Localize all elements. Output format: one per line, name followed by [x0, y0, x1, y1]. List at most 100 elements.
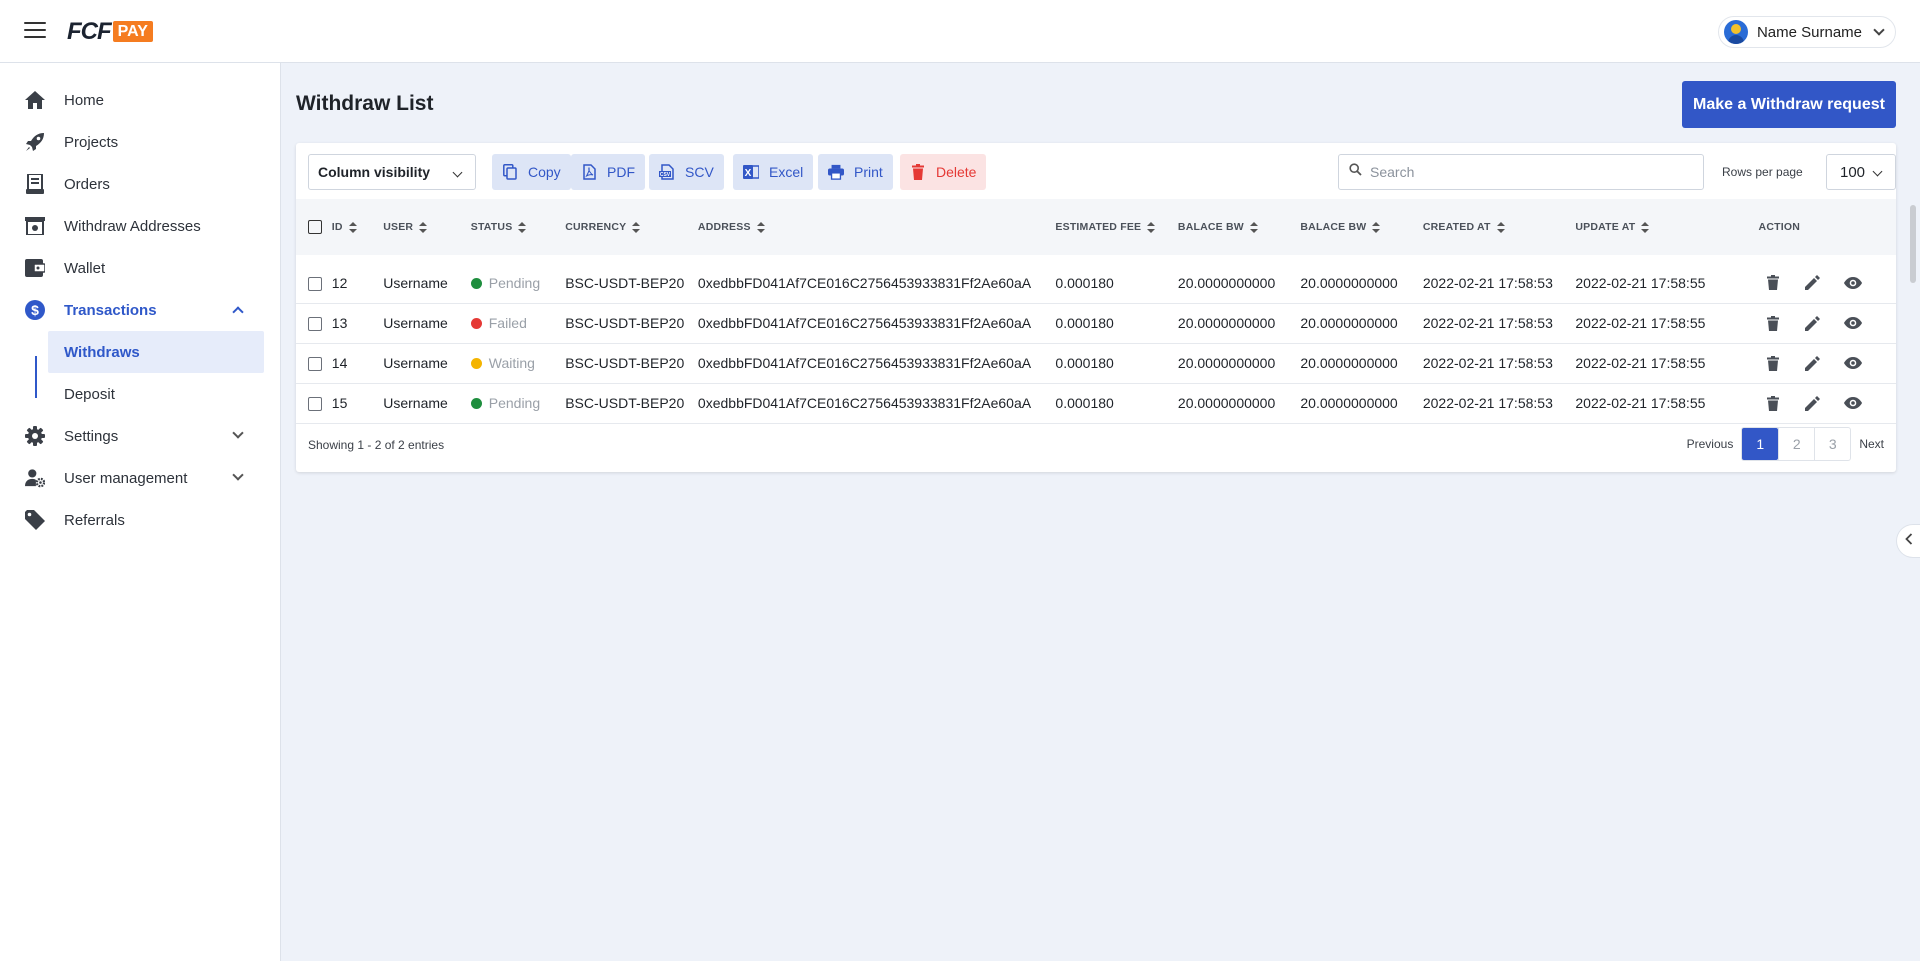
scrollbar-thumb[interactable] [1910, 205, 1916, 283]
rows-per-page-select[interactable]: 100 [1826, 154, 1896, 190]
column-header-estimated-fee[interactable]: ESTIMATED FEE [1055, 199, 1178, 255]
logo[interactable]: FCF PAY [67, 19, 153, 44]
edit-row-icon[interactable] [1802, 352, 1824, 374]
cell-currency: BSC-USDT-BEP20 [565, 303, 698, 344]
column-header-status[interactable]: STATUS [471, 199, 565, 255]
next-page-button[interactable]: Next [1859, 437, 1884, 451]
status-text: Waiting [488, 355, 535, 371]
row-checkbox[interactable] [308, 317, 322, 332]
sort-icon[interactable] [419, 221, 428, 233]
view-row-icon[interactable] [1842, 312, 1864, 334]
cell-status: Failed [470, 303, 566, 344]
sort-icon[interactable] [1147, 221, 1156, 233]
column-header-currency[interactable]: CURRENCY [565, 199, 698, 255]
cell-id: 14 [331, 343, 384, 384]
view-row-icon[interactable] [1842, 272, 1864, 294]
page-number-group: 1 2 3 [1741, 427, 1852, 461]
column-header-created-at[interactable]: CREATED AT [1423, 199, 1576, 255]
csv-file-icon: CSV [659, 164, 675, 180]
sidebar-subitem-withdraws[interactable]: Withdraws [48, 331, 264, 373]
column-header-id[interactable]: ID [332, 199, 383, 255]
sort-icon[interactable] [1372, 221, 1381, 233]
sort-icon[interactable] [756, 221, 765, 233]
delete-row-icon[interactable] [1762, 352, 1784, 374]
sort-icon[interactable] [1496, 221, 1505, 233]
column-header-balance-1[interactable]: BALACE BW [1178, 199, 1300, 255]
row-checkbox[interactable] [308, 276, 322, 291]
csv-button[interactable]: CSV SCV [649, 154, 724, 190]
sidebar-item-referrals[interactable]: Referrals [0, 499, 280, 541]
gear-icon [25, 426, 45, 446]
sort-icon[interactable] [518, 221, 527, 233]
user-menu[interactable]: Name Surname [1717, 16, 1896, 48]
sort-icon[interactable] [1641, 221, 1650, 233]
chevron-down-icon [452, 167, 463, 178]
cell-balance-2: 20.0000000000 [1300, 343, 1423, 384]
cell-address: 0xedbbFD041Af7CE016C2756453933831Ff2Ae60… [697, 383, 1056, 424]
column-header-user[interactable]: USER [383, 199, 471, 255]
cell-balance-1: 20.0000000000 [1177, 303, 1301, 344]
status-text: Failed [488, 315, 527, 331]
view-row-icon[interactable] [1842, 392, 1864, 414]
top-bar: FCF PAY Name Surname [0, 0, 1920, 63]
sidebar-item-label: Home [64, 91, 105, 109]
cell-id: 15 [331, 383, 384, 424]
cell-address: 0xedbbFD041Af7CE016C2756453933831Ff2Ae60… [697, 303, 1056, 344]
cell-estimated-fee: 0.000180 [1055, 263, 1178, 304]
sidebar-item-projects[interactable]: Projects [0, 121, 280, 163]
excel-button[interactable]: X Excel [733, 154, 814, 190]
sidebar-item-orders[interactable]: Orders [0, 163, 280, 205]
search-icon [1349, 163, 1362, 181]
view-row-icon[interactable] [1842, 352, 1864, 374]
edit-row-icon[interactable] [1802, 392, 1824, 414]
previous-page-button[interactable]: Previous [1687, 437, 1734, 451]
sidebar-item-label: Orders [64, 175, 110, 193]
copy-button[interactable]: Copy [492, 154, 571, 190]
search-input[interactable] [1370, 164, 1690, 180]
delete-row-icon[interactable] [1762, 312, 1784, 334]
search-box [1338, 154, 1704, 190]
cell-id: 12 [331, 263, 384, 304]
user-gear-icon [25, 468, 45, 488]
sidebar-item-home[interactable]: Home [0, 79, 280, 121]
row-checkbox[interactable] [308, 357, 322, 372]
main-content: Withdraw List Make a Withdraw request Co… [281, 63, 1920, 961]
edit-row-icon[interactable] [1802, 312, 1824, 334]
svg-text:X: X [745, 168, 752, 179]
cell-actions [1745, 303, 1896, 344]
column-header-update-at[interactable]: UPDATE AT [1575, 199, 1745, 255]
collapse-panel-button[interactable] [1896, 524, 1920, 558]
column-visibility-select[interactable]: Column visibility [308, 154, 476, 190]
cell-user: Username [383, 343, 471, 384]
cell-id: 13 [331, 303, 384, 344]
sidebar-subitem-deposit[interactable]: Deposit [48, 373, 264, 415]
delete-button[interactable]: Delete [900, 154, 987, 190]
menu-icon[interactable] [24, 22, 46, 40]
trash-icon [910, 164, 926, 180]
page-button-3[interactable]: 3 [1814, 428, 1850, 460]
chevron-down-icon [232, 469, 244, 481]
sidebar-item-user-management[interactable]: User management [0, 457, 280, 499]
row-checkbox[interactable] [308, 397, 322, 412]
cell-estimated-fee: 0.000180 [1055, 343, 1178, 384]
sort-icon[interactable] [1249, 221, 1258, 233]
sidebar-item-withdraw-addresses[interactable]: Withdraw Addresses [0, 205, 280, 247]
column-header-address[interactable]: ADDRESS [698, 199, 1055, 255]
pdf-button[interactable]: PDF [571, 154, 645, 190]
page-button-1[interactable]: 1 [1742, 428, 1779, 460]
select-all-checkbox[interactable] [308, 220, 322, 234]
table-row: 14 Username Waiting BSC-USDT-BEP20 0xedbbFD0… [296, 343, 1896, 384]
cell-update-at: 2022-02-21 17:58:55 [1575, 263, 1746, 304]
delete-row-icon[interactable] [1762, 392, 1784, 414]
sort-icon[interactable] [632, 221, 641, 233]
page-button-2[interactable]: 2 [1778, 428, 1814, 460]
sidebar-item-transactions[interactable]: $ Transactions [0, 289, 280, 331]
sidebar-item-settings[interactable]: Settings [0, 415, 280, 457]
delete-row-icon[interactable] [1762, 272, 1784, 294]
make-withdraw-request-button[interactable]: Make a Withdraw request [1682, 81, 1896, 128]
print-button[interactable]: Print [818, 154, 893, 190]
sort-icon[interactable] [348, 221, 357, 233]
edit-row-icon[interactable] [1802, 272, 1824, 294]
column-header-balance-2[interactable]: BALACE BW [1300, 199, 1422, 255]
sidebar-item-wallet[interactable]: Wallet [0, 247, 280, 289]
